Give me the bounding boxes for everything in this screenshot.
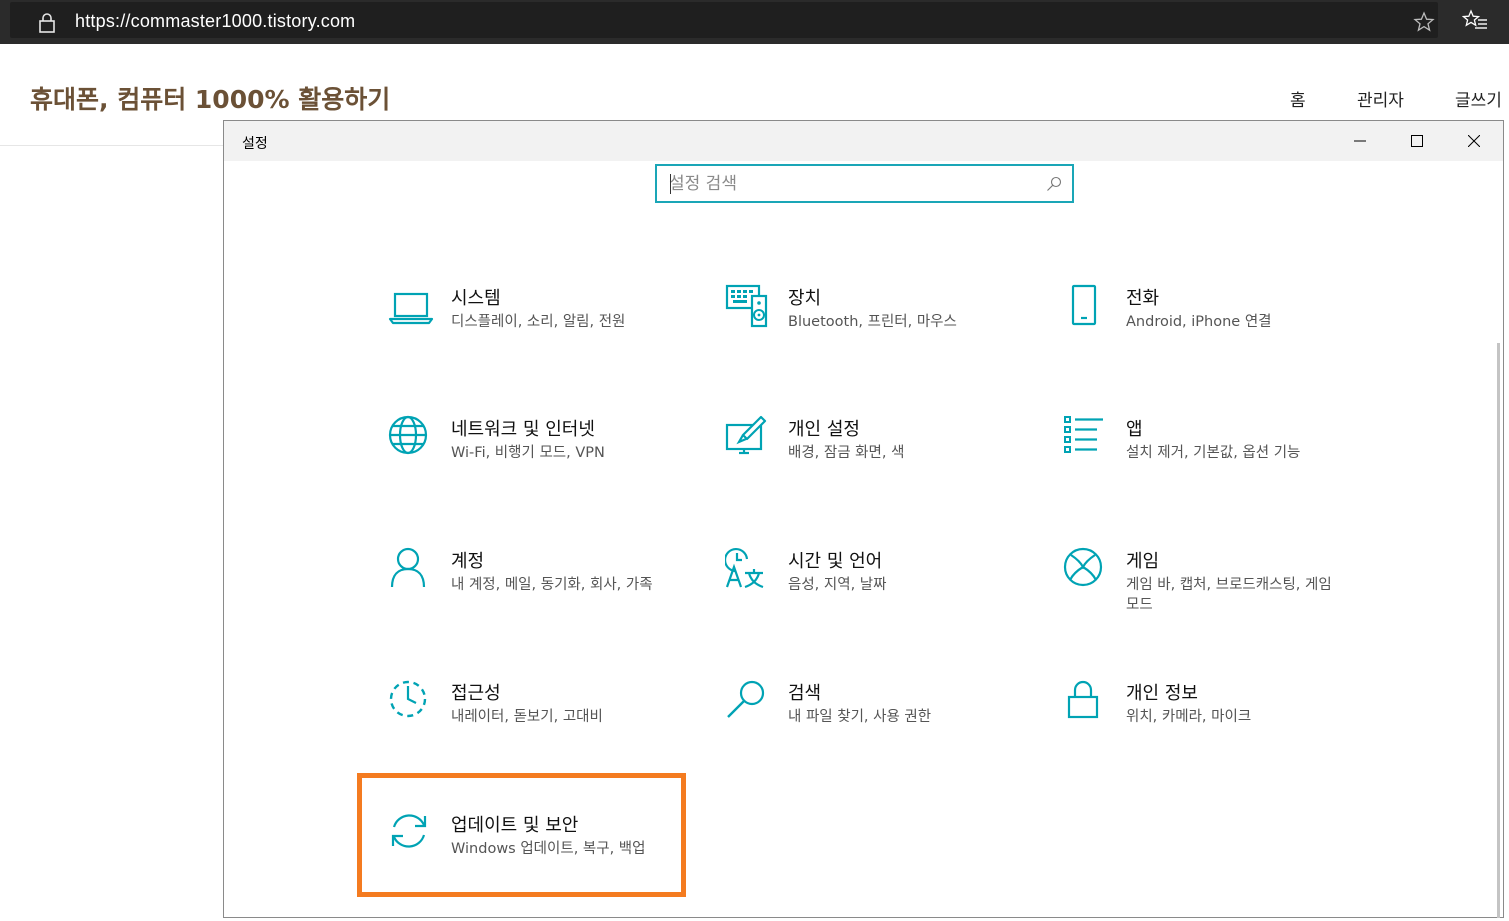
tile-privacy[interactable]: 개인 정보 위치, 카메라, 마이크 [1063,679,1383,789]
tile-accounts[interactable]: 계정 내 계정, 메일, 동기화, 회사, 가족 [388,547,708,657]
apps-list-icon [1064,416,1103,453]
personalization-icon [725,415,767,455]
tile-description: 배경, 잠금 화면, 색 [788,445,905,461]
tile-title: 장치 [788,288,822,309]
close-button[interactable] [1445,121,1502,161]
devices-icon [725,284,768,328]
tile-title: 전화 [1126,288,1160,309]
scrollbar[interactable] [1497,343,1500,918]
tile-description: 내 계정, 메일, 동기화, 회사, 가족 [451,577,653,593]
tile-gaming[interactable]: 게임 게임 바, 캡처, 브로드캐스팅, 게임 모드 [1063,547,1383,657]
tile-title: 검색 [788,683,822,704]
laptop-icon [388,292,434,325]
xbox-icon [1063,547,1103,587]
nav-home-link[interactable]: 홈 [1290,86,1306,111]
maximize-button[interactable] [1388,121,1445,161]
tile-network[interactable]: 네트워크 및 인터넷 Wi-Fi, 비행기 모드, VPN [388,415,708,525]
tile-title: 계정 [451,551,485,572]
tile-description: 내 파일 찾기, 사용 권한 [788,709,932,725]
minimize-icon [1353,140,1366,142]
tile-description: Android, iPhone 연결 [1126,314,1272,330]
tile-apps[interactable]: 앱 설치 제거, 기본값, 옵션 기능 [1063,415,1383,525]
ease-of-access-icon [389,680,427,718]
url-field[interactable]: https://commaster1000.tistory.com [10,2,1438,38]
tile-title: 개인 정보 [1126,683,1198,704]
lock-privacy-icon [1067,680,1099,719]
header-divider [0,145,225,146]
tile-description: Bluetooth, 프린터, 마우스 [788,314,957,330]
tile-personalization[interactable]: 개인 설정 배경, 잠금 화면, 색 [725,415,1045,525]
tile-title: 시간 및 언어 [788,551,883,572]
tile-description: 게임 바, 캡처, 브로드캐스팅, 게임 모드 [1126,577,1332,613]
title-bar[interactable]: 설정 [224,121,1503,161]
tile-system[interactable]: 시스템 디스플레이, 소리, 알림, 전원 [388,284,708,394]
close-icon [1467,135,1480,147]
window-title: 설정 [242,136,268,152]
tile-title: 개인 설정 [788,419,860,440]
person-icon [390,547,426,588]
favorite-star-icon[interactable] [1412,10,1436,34]
tile-title: 게임 [1126,551,1160,572]
tile-description: 위치, 카메라, 마이크 [1126,709,1252,725]
tile-title: 앱 [1126,419,1143,440]
tile-search[interactable]: 검색 내 파일 찾기, 사용 권한 [725,679,1045,789]
time-language-icon [725,547,764,589]
text-caret [670,174,671,194]
nav-admin-link[interactable]: 관리자 [1357,86,1404,111]
tile-devices[interactable]: 장치 Bluetooth, 프린터, 마우스 [725,284,1045,394]
tile-description: 내레이터, 돋보기, 고대비 [451,709,603,725]
settings-search-input[interactable] [669,172,1029,196]
tile-description: 디스플레이, 소리, 알림, 전원 [451,314,626,330]
lock-icon [39,13,55,33]
tile-description: 설치 제거, 기본값, 옵션 기능 [1126,445,1301,461]
tile-description: 음성, 지역, 날짜 [788,577,887,593]
search-icon[interactable] [1046,176,1062,192]
favorites-list-icon[interactable] [1462,8,1488,32]
tile-description: Wi-Fi, 비행기 모드, VPN [451,445,605,461]
settings-window: 설정 시스템 디스플레이, 소리, 알림, 전원 [223,120,1504,918]
tile-title: 접근성 [451,683,501,704]
phone-icon [1071,284,1097,326]
tile-title: 시스템 [451,288,501,309]
url-text: https://commaster1000.tistory.com [75,11,356,31]
globe-icon [388,415,428,455]
tile-time-language[interactable]: 시간 및 언어 음성, 지역, 날짜 [725,547,1045,657]
settings-search-box[interactable] [655,164,1074,203]
tile-phone[interactable]: 전화 Android, iPhone 연결 [1063,284,1383,394]
browser-address-bar: https://commaster1000.tistory.com [0,0,1509,44]
maximize-icon [1410,135,1423,147]
nav-write-link[interactable]: 글쓰기 [1455,86,1502,111]
search-magnifier-icon [727,680,765,718]
blog-title[interactable]: 휴대폰, 컴퓨터 1000% 활용하기 [30,80,390,116]
minimize-button[interactable] [1331,121,1388,161]
highlight-annotation-box [357,773,686,897]
tile-title: 네트워크 및 인터넷 [451,419,595,440]
